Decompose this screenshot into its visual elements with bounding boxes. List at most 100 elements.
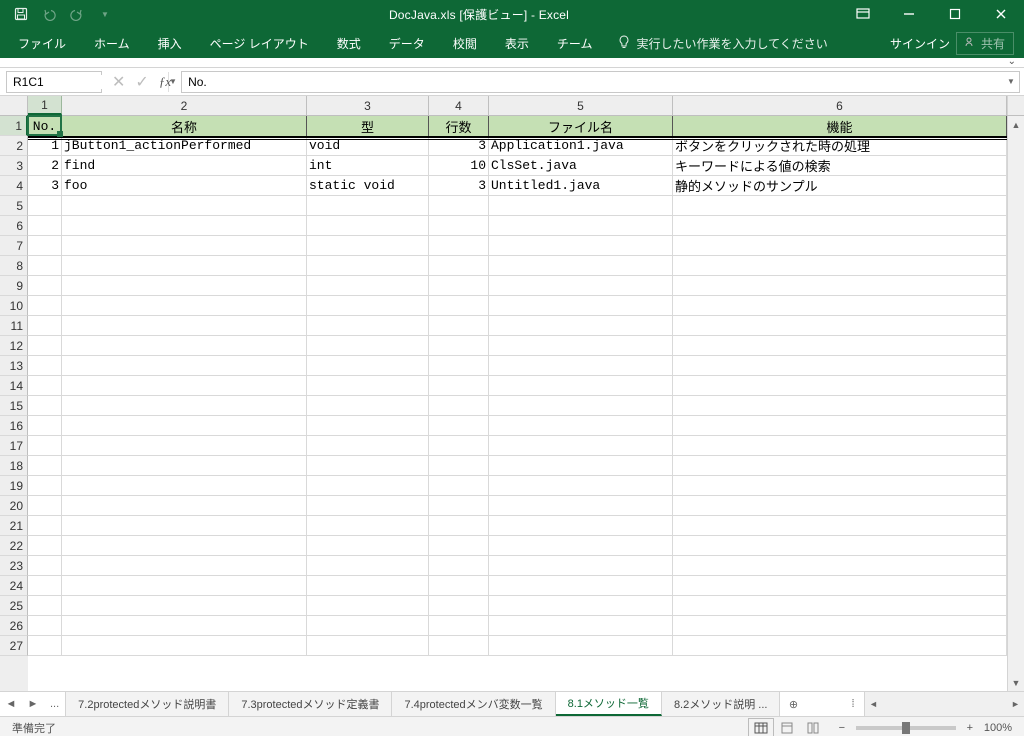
cell[interactable]: 2 — [28, 156, 62, 176]
cell[interactable]: 静的メソッドのサンプル — [673, 176, 1007, 196]
scroll-left-icon[interactable]: ◄ — [865, 692, 882, 716]
cell[interactable] — [62, 396, 307, 416]
cell[interactable] — [673, 516, 1007, 536]
cell[interactable] — [489, 456, 673, 476]
cell[interactable] — [307, 196, 429, 216]
cell[interactable] — [489, 436, 673, 456]
cell[interactable] — [673, 616, 1007, 636]
cell[interactable] — [429, 356, 489, 376]
cell[interactable] — [62, 256, 307, 276]
view-normal-icon[interactable] — [748, 718, 774, 736]
close-button[interactable] — [978, 0, 1024, 28]
view-page-break-icon[interactable] — [800, 718, 826, 736]
zoom-value[interactable]: 100% — [984, 722, 1012, 734]
row-header[interactable]: 17 — [0, 436, 28, 456]
cell[interactable] — [429, 496, 489, 516]
cell[interactable] — [28, 476, 62, 496]
column-header[interactable]: 6 — [673, 96, 1007, 115]
cell[interactable] — [62, 336, 307, 356]
cell[interactable] — [307, 236, 429, 256]
cell[interactable] — [28, 616, 62, 636]
view-page-layout-icon[interactable] — [774, 718, 800, 736]
cell[interactable] — [62, 456, 307, 476]
qat-customize-icon[interactable]: ▼ — [92, 2, 118, 26]
cell[interactable] — [489, 576, 673, 596]
cell[interactable] — [673, 276, 1007, 296]
row-header[interactable]: 8 — [0, 256, 28, 276]
name-box[interactable]: ▼ — [6, 71, 102, 93]
row-header[interactable]: 19 — [0, 476, 28, 496]
cell[interactable] — [62, 596, 307, 616]
vertical-scrollbar[interactable]: ▲ ▼ — [1007, 116, 1024, 691]
cell[interactable] — [28, 396, 62, 416]
cell[interactable] — [307, 476, 429, 496]
cell[interactable] — [429, 596, 489, 616]
row-header[interactable]: 22 — [0, 536, 28, 556]
new-sheet-button[interactable]: ⊕ — [780, 692, 806, 716]
zoom-out-button[interactable]: − — [834, 722, 850, 734]
cell[interactable] — [62, 476, 307, 496]
cell[interactable] — [429, 396, 489, 416]
cell[interactable] — [62, 416, 307, 436]
cell[interactable]: int — [307, 156, 429, 176]
scroll-down-icon[interactable]: ▼ — [1008, 674, 1024, 691]
cell[interactable] — [673, 196, 1007, 216]
formula-input[interactable] — [182, 75, 1003, 89]
cell[interactable] — [673, 316, 1007, 336]
cell[interactable] — [429, 456, 489, 476]
tab-split-handle[interactable]: ⁞ — [842, 692, 864, 716]
cell[interactable] — [62, 356, 307, 376]
cell[interactable] — [489, 316, 673, 336]
cell[interactable] — [489, 556, 673, 576]
cell[interactable] — [489, 336, 673, 356]
insert-function-icon[interactable]: ƒx — [159, 74, 171, 90]
cell[interactable] — [28, 316, 62, 336]
cell[interactable]: 10 — [429, 156, 489, 176]
cell[interactable] — [307, 636, 429, 656]
cell[interactable] — [673, 236, 1007, 256]
cell[interactable] — [62, 216, 307, 236]
cell[interactable] — [62, 316, 307, 336]
sheet-nav-prev-icon[interactable]: ◄ — [0, 692, 22, 716]
column-header[interactable]: 1 — [28, 96, 62, 115]
cell[interactable] — [62, 376, 307, 396]
cell[interactable] — [28, 536, 62, 556]
row-header[interactable]: 1 — [0, 116, 28, 136]
row-header[interactable]: 13 — [0, 356, 28, 376]
ribbon-tab-view[interactable]: 表示 — [491, 28, 543, 58]
cell[interactable]: find — [62, 156, 307, 176]
sheet-tab[interactable]: 8.2メソッド説明 ... — [662, 692, 781, 716]
cell[interactable] — [28, 256, 62, 276]
column-header[interactable]: 5 — [489, 96, 673, 115]
sheet-tabs-overflow[interactable]: ... — [44, 692, 66, 716]
cell[interactable] — [307, 456, 429, 476]
cell[interactable] — [307, 536, 429, 556]
row-header[interactable]: 18 — [0, 456, 28, 476]
scroll-right-icon[interactable]: ► — [1007, 692, 1024, 716]
cell[interactable] — [673, 396, 1007, 416]
cell[interactable] — [429, 516, 489, 536]
cell[interactable] — [489, 476, 673, 496]
row-header[interactable]: 6 — [0, 216, 28, 236]
sign-in-link[interactable]: サインイン — [890, 35, 950, 52]
cell[interactable] — [307, 376, 429, 396]
cell[interactable] — [489, 356, 673, 376]
cell[interactable] — [62, 436, 307, 456]
save-icon[interactable] — [8, 2, 34, 26]
cell[interactable] — [307, 216, 429, 236]
row-header[interactable]: 27 — [0, 636, 28, 656]
cell[interactable] — [28, 356, 62, 376]
cell[interactable] — [673, 536, 1007, 556]
row-header[interactable]: 14 — [0, 376, 28, 396]
row-header[interactable]: 9 — [0, 276, 28, 296]
cell[interactable] — [307, 496, 429, 516]
cell[interactable] — [307, 436, 429, 456]
cell[interactable] — [28, 556, 62, 576]
cell[interactable] — [673, 476, 1007, 496]
row-header[interactable]: 2 — [0, 136, 28, 156]
horizontal-scrollbar[interactable]: ◄ ► — [864, 692, 1024, 716]
cell[interactable] — [28, 516, 62, 536]
row-header[interactable]: 26 — [0, 616, 28, 636]
cell[interactable] — [28, 196, 62, 216]
cell[interactable] — [673, 296, 1007, 316]
